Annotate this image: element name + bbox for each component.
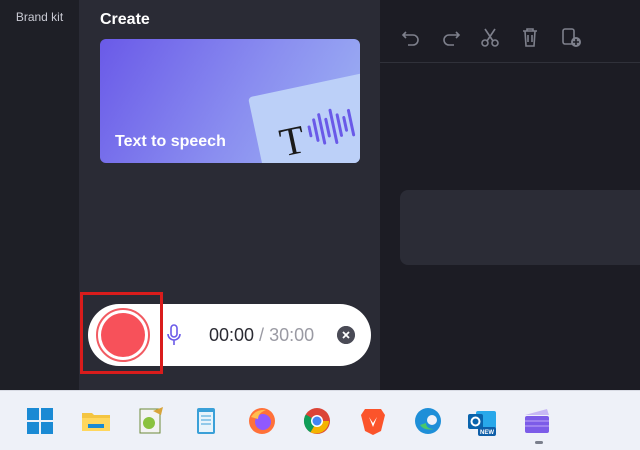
outlook-new-icon[interactable]: NEW: [466, 405, 498, 437]
highlight-box: [80, 292, 163, 374]
windows-start-icon[interactable]: [24, 405, 56, 437]
rail-item-brand-kit[interactable]: Brand kit: [0, 10, 79, 24]
time-separator: /: [254, 325, 270, 345]
cut-icon[interactable]: [479, 26, 501, 48]
tts-illustration: T: [248, 70, 360, 163]
file-explorer-icon[interactable]: [80, 405, 112, 437]
undo-icon[interactable]: [400, 26, 422, 48]
timeline-card: [400, 190, 640, 265]
elapsed-time: 00:00: [209, 325, 255, 345]
tts-label: Text to speech: [115, 133, 226, 150]
add-clip-icon[interactable]: [560, 26, 582, 48]
edit-toolbar: [380, 0, 640, 63]
editor-area: [380, 0, 640, 390]
notepad-icon[interactable]: [190, 405, 222, 437]
redo-icon[interactable]: [440, 26, 462, 48]
total-time: 30:00: [269, 325, 315, 345]
edge-icon[interactable]: [412, 405, 444, 437]
recording-timer: 00:00 / 30:00: [209, 325, 314, 346]
windows-taskbar: NEW: [0, 390, 640, 450]
panel-title: Create: [100, 11, 150, 28]
clipchamp-icon[interactable]: [521, 405, 553, 437]
waveform-icon: [307, 108, 356, 145]
microphone-icon[interactable]: [165, 324, 183, 346]
brave-icon[interactable]: [357, 405, 389, 437]
notepad-plus-plus-icon[interactable]: [135, 405, 167, 437]
text-to-speech-card[interactable]: T Text to speech: [100, 39, 360, 163]
active-app-indicator: [535, 441, 543, 444]
left-rail: Brand kit: [0, 0, 79, 390]
tts-glyph: T: [275, 116, 309, 163]
firefox-icon[interactable]: [246, 405, 278, 437]
trash-icon[interactable]: [519, 26, 541, 48]
close-recorder-icon[interactable]: [337, 326, 355, 344]
clipchamp-window: Brand kit Create T Text to speech 00:00 …: [0, 0, 640, 390]
outlook-new-badge: NEW: [480, 430, 494, 436]
chrome-icon[interactable]: [301, 405, 333, 437]
